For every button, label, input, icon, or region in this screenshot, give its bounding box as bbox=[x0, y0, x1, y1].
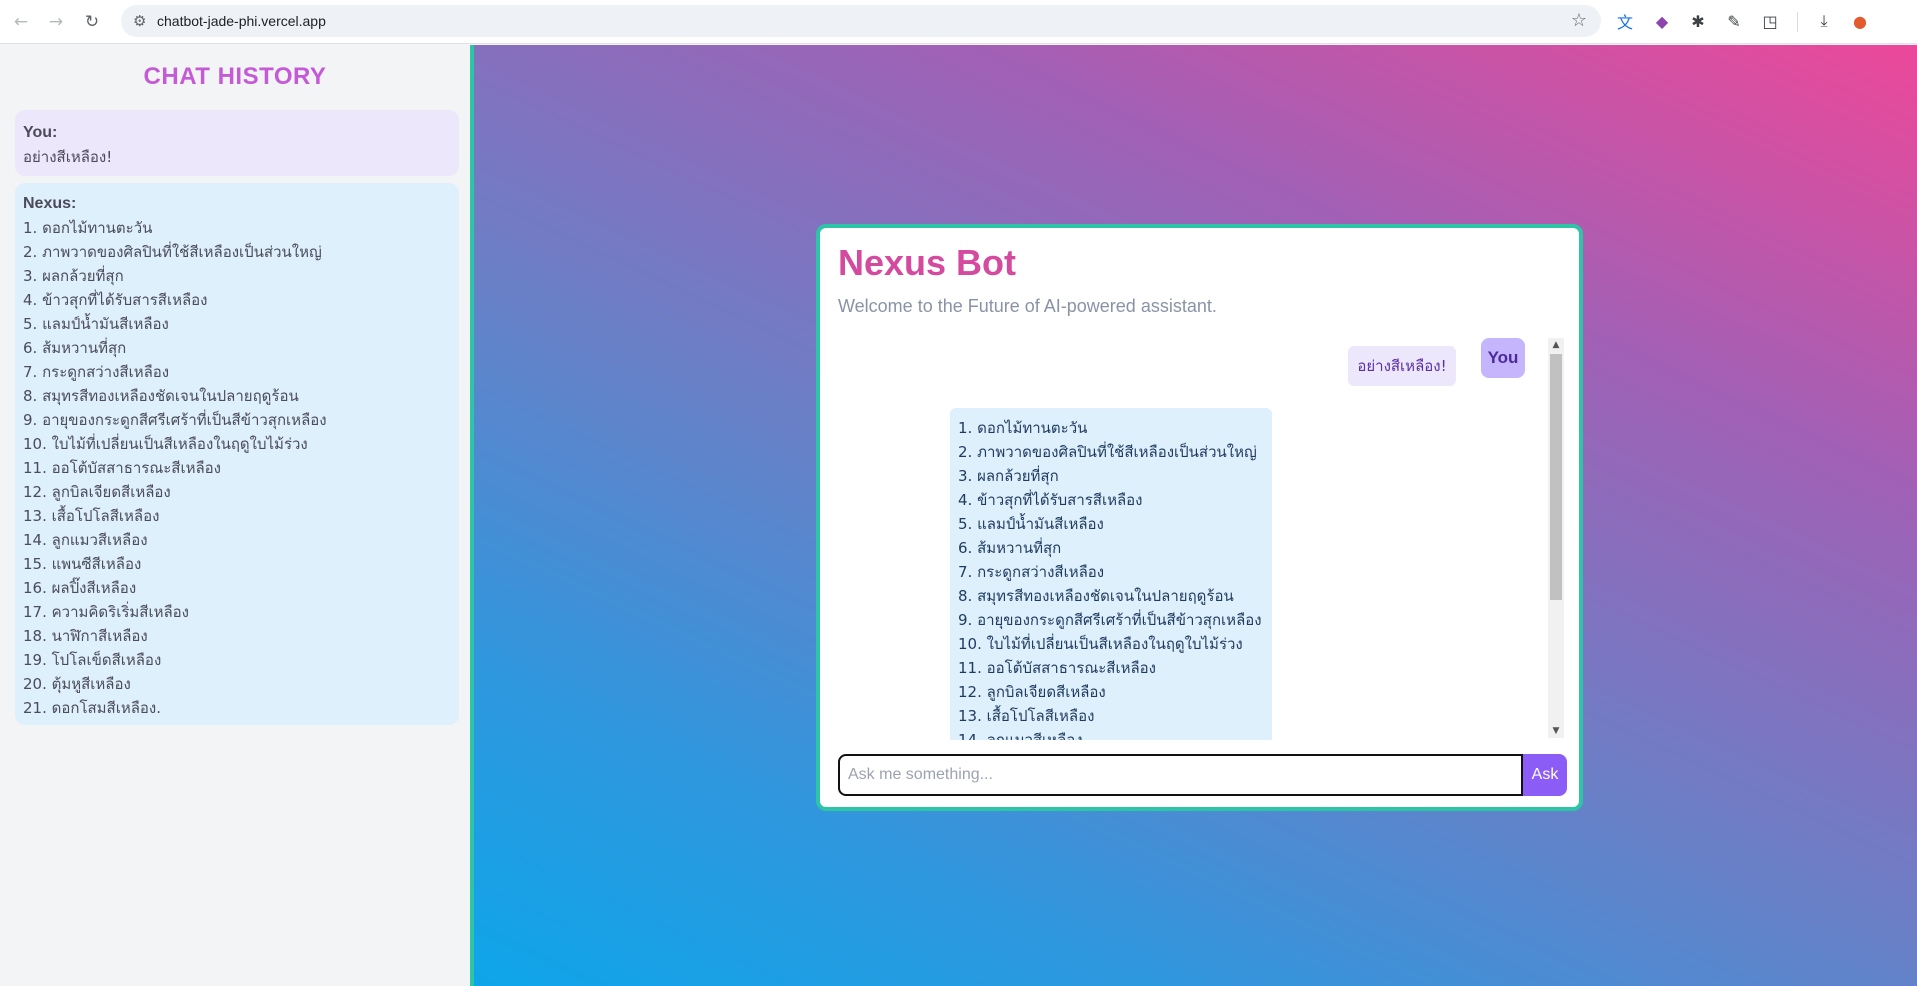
bot-message-line: 11. ออโต้บัสสาธารณะสีเหลือง bbox=[958, 659, 1156, 677]
history-bot-line: 14. ลูกแมวสีเหลือง bbox=[23, 531, 148, 549]
translate-icon[interactable]: 文 bbox=[1614, 10, 1636, 32]
history-bot-line: 7. กระดูกสว่างสีเหลือง bbox=[23, 363, 170, 381]
history-bot-line: 9. อายุของกระดูกสีศรีเศร้าที่เป็นสีข้าวส… bbox=[23, 411, 327, 429]
bot-message-line: 1. ดอกไม้ทานตะวัน bbox=[958, 419, 1088, 437]
history-bot-line: 12. ลูกบิลเจียดสีเหลือง bbox=[23, 483, 171, 501]
puzzle-icon[interactable]: ◳ bbox=[1759, 10, 1781, 32]
bot-message-line: 9. อายุของกระดูกสีศรีเศร้าที่เป็นสีข้าวส… bbox=[958, 611, 1262, 629]
reload-icon[interactable]: ↻ bbox=[79, 9, 105, 35]
page-subtitle: Welcome to the Future of AI-powered assi… bbox=[838, 296, 1217, 316]
chat-messages[interactable]: You อย่างสีเหลือง! 1. ดอกไม้ทานตะวัน 2. … bbox=[838, 338, 1533, 740]
bot-message-line: 8. สมุทรสีทองเหลืองชัดเจนในปลายฤดูร้อน bbox=[958, 587, 1234, 605]
bot-message-line: 4. ข้าวสุกที่ได้รับสารสีเหลือง bbox=[958, 491, 1143, 509]
history-bot-line: 3. ผลกล้วยที่สุก bbox=[23, 267, 124, 285]
scroll-up-arrow-icon[interactable]: ▲ bbox=[1548, 338, 1564, 352]
history-bot-line: 21. ดอกโสมสีเหลือง. bbox=[23, 699, 162, 717]
history-bot-line: 17. ความคิดริเริ่มสีเหลือง bbox=[23, 603, 189, 621]
chat-card: Nexus Bot Welcome to the Future of AI-po… bbox=[816, 224, 1583, 811]
url-text[interactable]: chatbot-jade-phi.vercel.app bbox=[157, 13, 326, 29]
profile-icon[interactable]: ● bbox=[1849, 10, 1871, 32]
history-bot-line: 11. ออโต้บัสสาธารณะสีเหลือง bbox=[23, 459, 221, 477]
back-icon[interactable]: ← bbox=[8, 9, 34, 35]
scroll-thumb[interactable] bbox=[1550, 354, 1562, 600]
history-bot-line: 1. ดอกไม้ทานตะวัน bbox=[23, 219, 153, 237]
toolbar-divider bbox=[1797, 12, 1798, 32]
eyedropper-icon[interactable]: ✎ bbox=[1723, 10, 1745, 32]
history-bot-line: 19. โปโลเข็ดสีเหลือง bbox=[23, 651, 162, 669]
chat-scrollbar[interactable]: ▲ ▼ bbox=[1548, 338, 1564, 738]
bot-message-line: 10. ใบไม้ที่เปลี่ยนเป็นสีเหลืองในฤดูใบไม… bbox=[958, 635, 1243, 653]
bot-message-line: 7. กระดูกสว่างสีเหลือง bbox=[958, 563, 1105, 581]
browser-toolbar: ← → ↻ ⚙ chatbot-jade-phi.vercel.app ☆ 文 … bbox=[0, 0, 1917, 44]
bot-message-line: 6. ส้มหวานที่สุก bbox=[958, 539, 1062, 557]
site-info-icon[interactable]: ⚙ bbox=[133, 12, 146, 30]
bot-message-line: 12. ลูกบิลเจียดสีเหลือง bbox=[958, 683, 1106, 701]
history-bot-line: 15. แพนซีสีเหลือง bbox=[23, 555, 142, 573]
history-bot-line: 16. ผลปิ๊งสีเหลือง bbox=[23, 579, 137, 597]
bot-message-line: 2. ภาพวาดของศิลปินที่ใช้สีเหลืองเป็นส่วน… bbox=[958, 443, 1257, 461]
history-user-label: You: bbox=[23, 124, 58, 141]
bot-message-line: 3. ผลกล้วยที่สุก bbox=[958, 467, 1059, 485]
chat-history-sidebar: CHAT HISTORY You: อย่างสีเหลือง! Nexus: … bbox=[0, 45, 474, 986]
history-bot-line: 10. ใบไม้ที่เปลี่ยนเป็นสีเหลืองในฤดูใบไม… bbox=[23, 435, 308, 453]
extension-icon[interactable]: ◆ bbox=[1651, 10, 1673, 32]
history-bot-line: 6. ส้มหวานที่สุก bbox=[23, 339, 127, 357]
bot-message-line: 5. แลมป์น้ำมันสีเหลือง bbox=[958, 515, 1104, 533]
history-bot-line: 20. ตุ้มหูสีเหลือง bbox=[23, 675, 131, 693]
address-bar[interactable]: ⚙ chatbot-jade-phi.vercel.app ☆ bbox=[121, 5, 1601, 37]
history-bot-line: 18. นาฬิกาสีเหลือง bbox=[23, 627, 148, 645]
history-bot-line: 5. แลมป์น้ำมันสีเหลือง bbox=[23, 315, 169, 333]
message-input[interactable] bbox=[838, 754, 1523, 796]
history-user-text: อย่างสีเหลือง! bbox=[23, 148, 113, 166]
history-bot-line: 8. สมุทรสีทองเหลืองชัดเจนในปลายฤดูร้อน bbox=[23, 387, 299, 405]
bookmark-star-icon[interactable]: ☆ bbox=[1571, 10, 1587, 31]
user-message: อย่างสีเหลือง! bbox=[1348, 346, 1456, 386]
you-badge: You bbox=[1481, 338, 1525, 378]
scroll-down-arrow-icon[interactable]: ▼ bbox=[1548, 724, 1564, 738]
download-icon[interactable]: ⤓ bbox=[1813, 10, 1835, 32]
bot-message: 1. ดอกไม้ทานตะวัน 2. ภาพวาดของศิลปินที่ใ… bbox=[950, 408, 1272, 740]
forward-icon[interactable]: → bbox=[43, 9, 69, 35]
bot-message-line: 14. ลูกแมวสีเหลือง bbox=[958, 731, 1083, 740]
bot-message-line: 13. เสื้อโปโลสีเหลือง bbox=[958, 707, 1095, 725]
history-bot-entry: Nexus: 1. ดอกไม้ทานตะวัน 2. ภาพวาดของศิล… bbox=[15, 183, 459, 725]
sidebar-title: CHAT HISTORY bbox=[143, 63, 327, 90]
history-bot-line: 2. ภาพวาดของศิลปินที่ใช้สีเหลืองเป็นส่วน… bbox=[23, 243, 322, 261]
ask-button[interactable]: Ask bbox=[1523, 754, 1567, 796]
history-bot-line: 13. เสื้อโปโลสีเหลือง bbox=[23, 507, 160, 525]
history-bot-line: 4. ข้าวสุกที่ได้รับสารสีเหลือง bbox=[23, 291, 208, 309]
history-bot-label: Nexus: bbox=[23, 195, 77, 212]
bug-icon[interactable]: ✱ bbox=[1687, 10, 1709, 32]
history-user-entry: You: อย่างสีเหลือง! bbox=[15, 110, 459, 176]
page-title: Nexus Bot bbox=[838, 242, 1017, 283]
